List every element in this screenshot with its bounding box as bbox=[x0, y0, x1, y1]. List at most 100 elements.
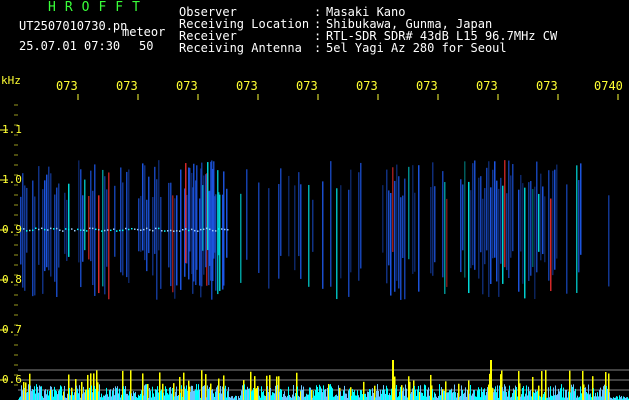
activity-bar bbox=[553, 387, 554, 400]
carrier-dot bbox=[41, 227, 43, 230]
activity-bar bbox=[574, 391, 575, 400]
echo-trace bbox=[90, 170, 92, 262]
activity-bar bbox=[114, 395, 115, 400]
echo-trace bbox=[608, 195, 610, 287]
activity-bar bbox=[435, 393, 436, 400]
echo-trace bbox=[486, 167, 488, 251]
activity-bar bbox=[594, 396, 595, 400]
activity-bar bbox=[175, 391, 176, 400]
echo-trace bbox=[504, 160, 506, 268]
activity-bar bbox=[101, 393, 102, 400]
activity-bar bbox=[506, 391, 507, 400]
activity-bar bbox=[356, 395, 357, 400]
activity-bar bbox=[161, 389, 162, 400]
carrier-dot bbox=[206, 227, 208, 230]
echo-trace bbox=[580, 163, 582, 255]
activity-bar bbox=[566, 389, 567, 400]
activity-bar bbox=[306, 393, 307, 400]
carrier-dot bbox=[179, 230, 181, 232]
activity-bar bbox=[463, 393, 464, 400]
echo-trace bbox=[472, 163, 474, 266]
activity-bar bbox=[341, 395, 342, 400]
activity-bar bbox=[30, 385, 31, 400]
echo-trace bbox=[470, 190, 472, 269]
activity-bar bbox=[345, 393, 346, 400]
echo-trace bbox=[191, 172, 193, 275]
activity-bar bbox=[396, 385, 397, 400]
echo-trace bbox=[494, 161, 496, 258]
activity-bar bbox=[106, 387, 107, 400]
echo-trace bbox=[189, 167, 191, 252]
activity-bar bbox=[329, 385, 330, 400]
activity-bar bbox=[428, 387, 429, 400]
activity-bar bbox=[606, 385, 607, 400]
activity-bar bbox=[126, 393, 127, 400]
activity-bar bbox=[228, 387, 229, 400]
echo-trace bbox=[46, 174, 48, 268]
activity-bar bbox=[365, 393, 366, 400]
activity-bar bbox=[337, 395, 338, 400]
activity-bar bbox=[174, 396, 175, 400]
activity-bar bbox=[568, 391, 569, 400]
echo-trace bbox=[408, 166, 410, 260]
echo-trace bbox=[498, 188, 500, 297]
echo-trace bbox=[154, 166, 156, 254]
carrier-dot bbox=[140, 229, 142, 231]
activity-bar bbox=[584, 387, 585, 400]
echo-trace bbox=[322, 181, 324, 289]
activity-bar bbox=[434, 392, 435, 400]
activity-bar bbox=[156, 389, 157, 400]
activity-bar bbox=[537, 390, 538, 400]
activity-bar bbox=[319, 384, 320, 400]
activity-bar bbox=[389, 393, 390, 400]
echo-trace bbox=[94, 164, 96, 296]
echo-trace bbox=[340, 185, 342, 279]
echo-trace bbox=[58, 183, 60, 268]
activity-bar bbox=[543, 394, 544, 400]
activity-bar bbox=[172, 388, 173, 400]
activity-bar bbox=[231, 396, 232, 400]
activity-bar bbox=[512, 393, 513, 400]
echo-trace bbox=[554, 169, 556, 270]
activity-bar bbox=[195, 389, 196, 400]
activity-bar bbox=[414, 385, 415, 400]
activity-bar bbox=[222, 386, 223, 400]
x-tick-label: 073 bbox=[116, 79, 138, 93]
carrier-dot bbox=[98, 228, 100, 231]
activity-bar bbox=[494, 389, 495, 400]
echo-trace bbox=[444, 182, 446, 294]
y-tick-label: 0.7 bbox=[2, 323, 22, 336]
activity-bar bbox=[457, 392, 458, 400]
activity-bar bbox=[322, 392, 323, 400]
carrier-dot bbox=[104, 229, 106, 232]
activity-bar bbox=[76, 385, 77, 400]
activity-bar bbox=[158, 392, 159, 400]
activity-bar bbox=[134, 393, 135, 400]
echo-trace bbox=[258, 182, 260, 273]
echo-trace bbox=[484, 188, 486, 265]
activity-bar bbox=[109, 390, 110, 400]
activity-bar bbox=[47, 389, 48, 400]
activity-bar bbox=[497, 385, 498, 400]
echo-trace bbox=[140, 195, 142, 252]
echo-trace bbox=[106, 189, 108, 267]
activity-spike bbox=[147, 383, 149, 400]
activity-bar bbox=[294, 396, 295, 400]
activity-bar bbox=[35, 393, 36, 400]
activity-bar bbox=[129, 391, 130, 400]
activity-bar bbox=[559, 391, 560, 400]
echo-trace bbox=[128, 169, 130, 283]
activity-bar bbox=[145, 384, 146, 400]
activity-bar bbox=[55, 389, 56, 400]
activity-bar bbox=[215, 391, 216, 400]
echo-trace bbox=[388, 190, 390, 266]
carrier-dot bbox=[89, 227, 91, 230]
activity-bar bbox=[225, 385, 226, 400]
activity-bar bbox=[57, 394, 58, 400]
carrier-dot bbox=[68, 228, 70, 231]
echo-trace bbox=[215, 194, 217, 291]
activity-bar bbox=[598, 396, 599, 400]
echo-trace bbox=[528, 182, 530, 281]
activity-bar bbox=[373, 392, 374, 400]
activity-bar bbox=[330, 384, 331, 400]
